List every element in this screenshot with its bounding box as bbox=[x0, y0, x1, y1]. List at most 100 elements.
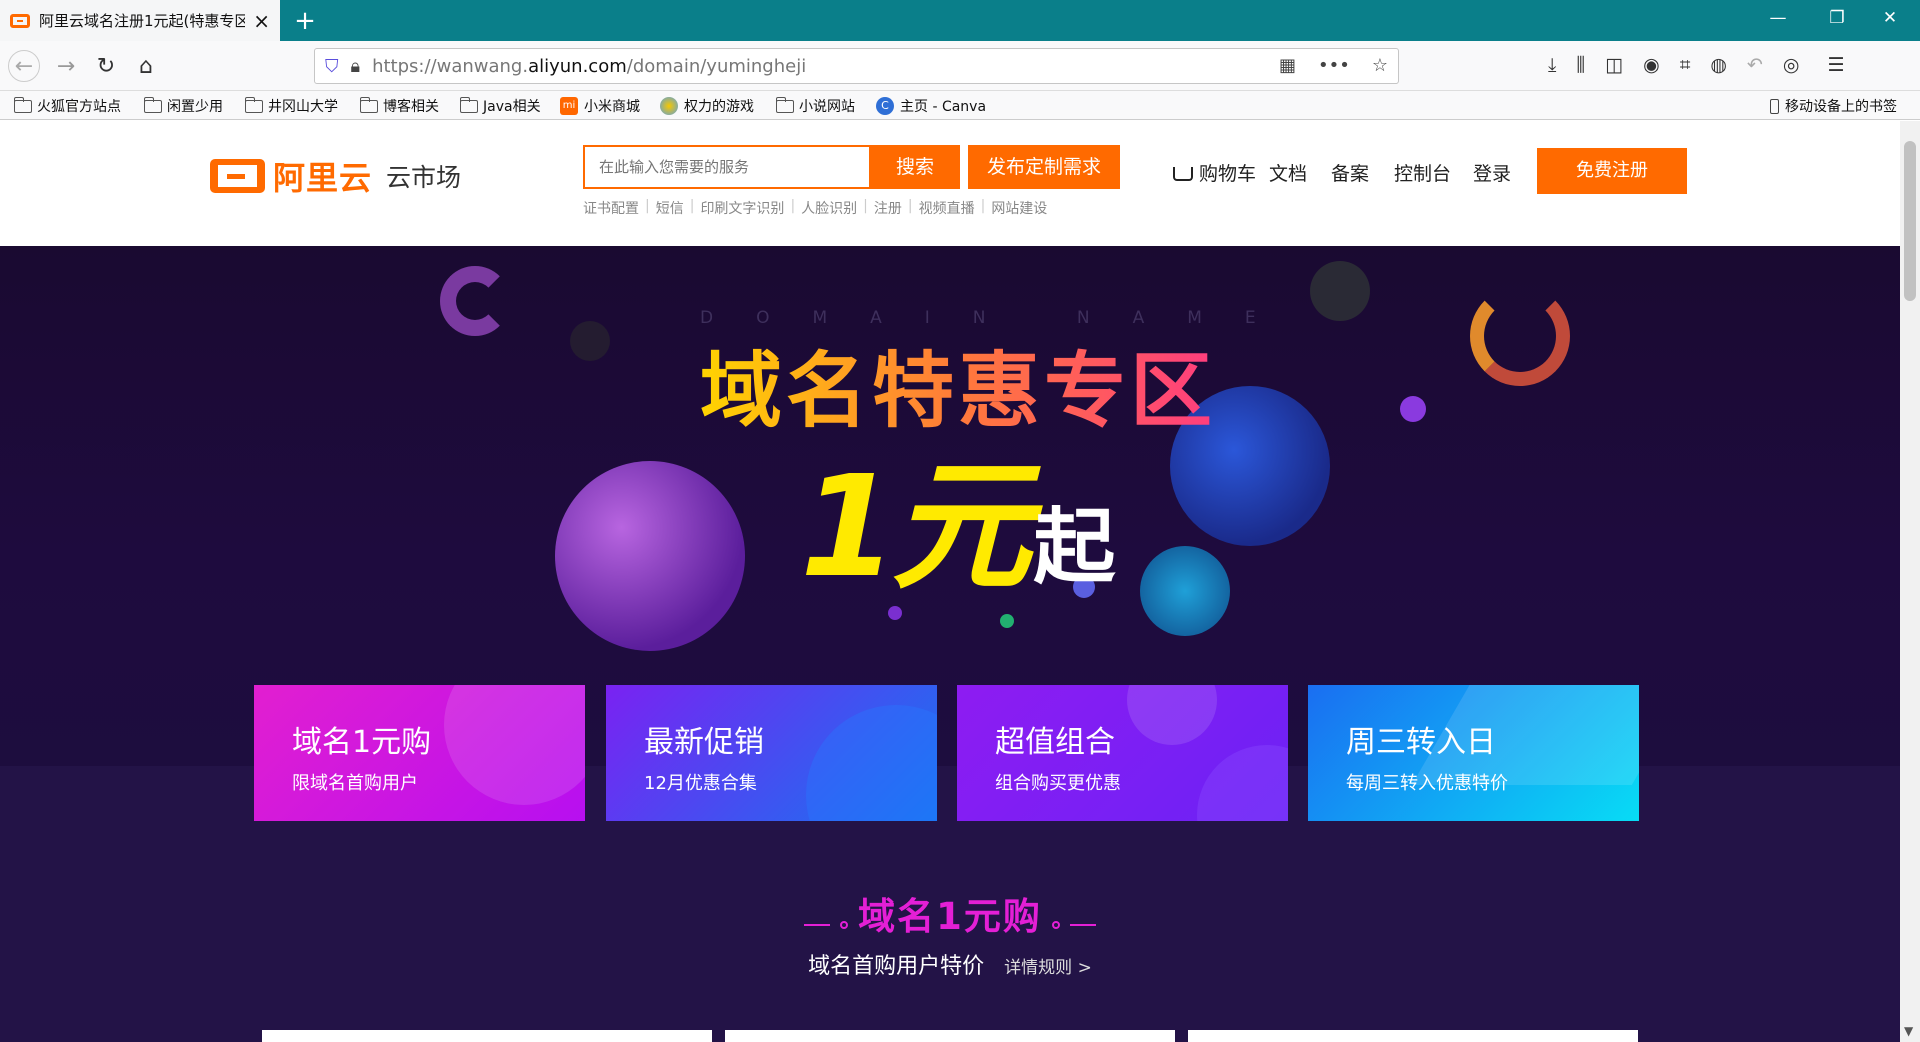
bookmark-item[interactable]: mi 小米商城 bbox=[560, 96, 640, 116]
publish-demand-button[interactable]: 发布定制需求 bbox=[968, 145, 1120, 189]
folder-icon bbox=[244, 96, 263, 113]
hot-link[interactable]: 印刷文字识别 bbox=[700, 198, 784, 218]
page-actions-icon[interactable]: ••• bbox=[1318, 55, 1350, 76]
aliyun-logo-icon bbox=[210, 159, 265, 193]
bookmark-item[interactable]: 博客相关 bbox=[359, 96, 439, 116]
bookmark-star-icon[interactable]: ☆ bbox=[1372, 55, 1388, 76]
tab-title: 阿里云域名注册1元起(特惠专区 bbox=[39, 12, 246, 30]
folder-icon bbox=[775, 96, 794, 113]
scrollbar-thumb[interactable] bbox=[1904, 141, 1916, 301]
mobile-device-icon bbox=[1770, 98, 1779, 114]
decor-dot bbox=[1400, 396, 1426, 422]
decor-dot bbox=[1310, 261, 1370, 321]
console-link[interactable]: 控制台 bbox=[1394, 159, 1451, 186]
url-text[interactable]: https://wanwang.aliyun.com/domain/yuming… bbox=[372, 56, 806, 77]
product-card-top[interactable] bbox=[725, 1030, 1175, 1042]
bookmark-item[interactable]: 闲置少用 bbox=[143, 96, 223, 116]
hot-link[interactable]: 注册 bbox=[874, 198, 902, 218]
promo-card-combo[interactable]: 超值组合 组合购买更优惠 bbox=[957, 685, 1288, 821]
cart-link[interactable]: 购物车 bbox=[1173, 159, 1256, 186]
library-icon[interactable]: ⫼ bbox=[1576, 54, 1585, 76]
hot-search-links: 证书配置 | 短信 | 印刷文字识别 | 人脸识别 | 注册 | 视频直播 | 网站建设 bbox=[583, 198, 1048, 218]
decor-dot bbox=[570, 321, 610, 361]
chat-icon[interactable]: ◍ bbox=[1710, 54, 1727, 76]
page-scrollbar[interactable]: ▼ bbox=[1900, 121, 1920, 1042]
restore-button[interactable]: ❐ bbox=[1817, 8, 1857, 28]
mi-icon: mi bbox=[560, 97, 578, 115]
bookmark-item[interactable]: 火狐官方站点 bbox=[13, 96, 121, 116]
section-subheading: 域名首购用户特价 详情规则 > bbox=[0, 948, 1900, 980]
folder-icon bbox=[359, 96, 378, 113]
scroll-down-icon[interactable]: ▼ bbox=[1904, 1024, 1913, 1038]
mobile-bookmarks[interactable]: 移动设备上的书签 bbox=[1770, 96, 1897, 116]
close-window-button[interactable]: ✕ bbox=[1870, 8, 1910, 28]
login-link[interactable]: 登录 bbox=[1473, 159, 1511, 186]
beian-link[interactable]: 备案 bbox=[1331, 159, 1369, 186]
page-content: 阿里云 云市场 搜索 发布定制需求 证书配置| 短信| 印刷文字识别| 人脸识别… bbox=[0, 121, 1900, 1042]
bookmarks-toolbar: 火狐官方站点 闲置少用 井冈山大学 博客相关 Java相关 mi 小米商城 权力的… bbox=[0, 91, 1920, 120]
promo-card-one-yuan[interactable]: 域名1元购 限域名首购用户 bbox=[254, 685, 585, 821]
decor-dot bbox=[1000, 614, 1014, 628]
sidebar-icon[interactable]: ◫ bbox=[1605, 54, 1623, 76]
decor-ring bbox=[440, 266, 510, 336]
back-icon[interactable]: ← bbox=[8, 50, 40, 82]
hot-link[interactable]: 视频直播 bbox=[919, 198, 975, 218]
product-card-top[interactable] bbox=[1188, 1030, 1638, 1042]
navigation-toolbar: ← → ↻ ⌂ ⛉ 🔒︎ https://wanwang.aliyun.com/… bbox=[0, 41, 1920, 91]
hot-link[interactable]: 人脸识别 bbox=[801, 198, 857, 218]
decor-ring bbox=[1470, 286, 1570, 386]
section-title: 域名1元购 bbox=[858, 895, 1042, 938]
hero-price: 1元起 bbox=[800, 414, 1115, 616]
site-logo[interactable]: 阿里云 云市场 bbox=[210, 153, 461, 199]
card-subtitle: 每周三转入优惠特价 bbox=[1346, 773, 1508, 794]
bookmark-item[interactable]: 井冈山大学 bbox=[244, 96, 338, 116]
account-icon[interactable]: ◉ bbox=[1643, 54, 1660, 76]
search-input[interactable] bbox=[583, 145, 871, 189]
section-heading: 域名1元购 bbox=[0, 886, 1900, 940]
screenshot-icon[interactable]: ⌗ bbox=[1680, 54, 1691, 76]
active-tab[interactable]: 阿里云域名注册1元起(特惠专区 × bbox=[0, 0, 280, 41]
undo-icon[interactable]: ↶ bbox=[1747, 54, 1763, 76]
card-subtitle: 组合购买更优惠 bbox=[995, 773, 1121, 794]
card-subtitle: 限域名首购用户 bbox=[292, 773, 418, 794]
reload-icon[interactable]: ↻ bbox=[90, 50, 122, 82]
bookmark-item[interactable]: C 主页 - Canva bbox=[876, 96, 986, 116]
rules-link[interactable]: 详情规则 > bbox=[1004, 958, 1092, 978]
register-button[interactable]: 免费注册 bbox=[1537, 148, 1687, 194]
decor-orb bbox=[1140, 546, 1230, 636]
menu-icon[interactable]: ☰ bbox=[1828, 54, 1845, 76]
product-card-top[interactable] bbox=[262, 1030, 712, 1042]
home-icon[interactable]: ⌂ bbox=[130, 50, 162, 82]
minimize-button[interactable]: — bbox=[1758, 8, 1798, 28]
cart-icon bbox=[1173, 167, 1193, 181]
hot-link[interactable]: 短信 bbox=[656, 198, 684, 218]
downloads-icon[interactable]: ⤓ bbox=[1548, 54, 1556, 76]
site-header: 阿里云 云市场 搜索 发布定制需求 证书配置| 短信| 印刷文字识别| 人脸识别… bbox=[0, 121, 1900, 246]
bookmark-item[interactable]: 小说网站 bbox=[775, 96, 855, 116]
bookmark-item[interactable]: Java相关 bbox=[459, 96, 541, 116]
qr-code-icon[interactable]: ▦ bbox=[1279, 55, 1296, 76]
lock-icon[interactable]: 🔒︎ bbox=[351, 56, 361, 77]
url-bar[interactable]: ⛉ 🔒︎ https://wanwang.aliyun.com/domain/y… bbox=[314, 48, 1399, 84]
aliyun-favicon-icon bbox=[10, 13, 30, 28]
extension-icon[interactable]: ◎ bbox=[1783, 54, 1800, 76]
folder-icon bbox=[459, 96, 478, 113]
bookmark-item[interactable]: 权力的游戏 bbox=[660, 96, 754, 116]
tab-close-icon[interactable]: × bbox=[253, 9, 270, 33]
hot-link[interactable]: 网站建设 bbox=[991, 198, 1047, 218]
docs-link[interactable]: 文档 bbox=[1269, 159, 1307, 186]
search-button[interactable]: 搜索 bbox=[870, 145, 960, 189]
tab-bar: 阿里云域名注册1元起(特惠专区 × + — ❐ ✕ bbox=[0, 0, 1920, 41]
brand-sub: 云市场 bbox=[386, 163, 462, 192]
promo-card-transfer[interactable]: 周三转入日 每周三转入优惠特价 bbox=[1308, 685, 1639, 821]
tracking-shield-icon[interactable]: ⛉ bbox=[325, 56, 339, 77]
forward-icon[interactable]: → bbox=[50, 50, 82, 82]
new-tab-button[interactable]: + bbox=[290, 6, 320, 36]
promo-card-latest[interactable]: 最新促销 12月优惠合集 bbox=[606, 685, 937, 821]
game-icon bbox=[660, 97, 678, 115]
brand-name: 阿里云 bbox=[273, 159, 373, 197]
folder-icon bbox=[143, 96, 162, 113]
card-subtitle: 12月优惠合集 bbox=[644, 773, 757, 794]
hero-price-suffix: 起 bbox=[1033, 500, 1116, 595]
hot-link[interactable]: 证书配置 bbox=[583, 198, 639, 218]
